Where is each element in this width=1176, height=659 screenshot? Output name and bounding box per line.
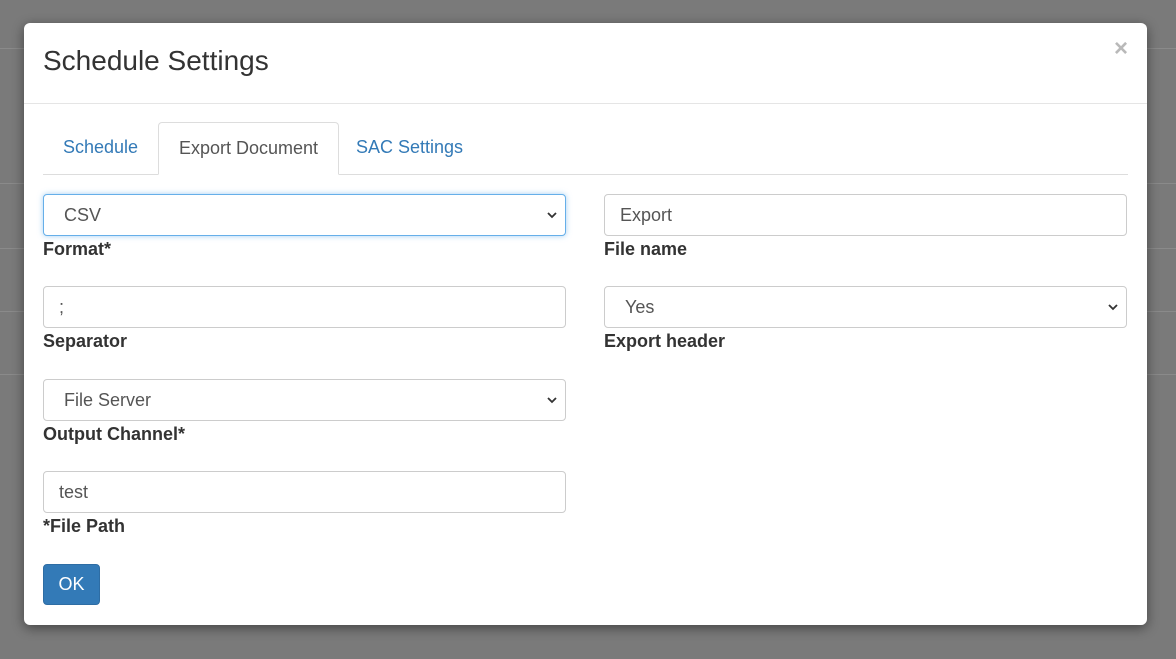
output-channel-label: Output Channel* [43,424,185,444]
output-channel-select[interactable]: File Server [43,379,566,421]
format-select-value: CSV [64,205,102,225]
schedule-settings-modal: Schedule Settings × Schedule Export Docu… [24,23,1147,625]
close-icon[interactable]: × [1114,37,1128,61]
file-name-input-value: Export [620,205,673,225]
tab-sac-settings[interactable]: SAC Settings [336,122,483,174]
export-header-select-value: Yes [625,297,655,317]
tab-schedule[interactable]: Schedule [43,122,158,174]
export-header-select[interactable]: Yes [604,286,1127,328]
format-field: CSV Format* [43,194,566,260]
file-path-input-value: test [59,482,89,502]
separator-field: ; Separator [43,286,566,352]
file-name-label: File name [604,239,688,259]
format-select[interactable]: CSV [43,194,566,236]
separator-input[interactable]: ; [43,286,566,328]
format-label: Format* [43,239,112,259]
file-path-input[interactable]: test [43,471,566,513]
export-header-label: Export header [604,331,726,351]
separator-label: Separator [43,331,128,351]
modal-title: Schedule Settings [43,45,269,76]
ok-button[interactable]: OK [43,564,100,605]
tab-export-document[interactable]: Export Document [158,122,340,175]
export-header-field: Yes Export header [604,286,1127,352]
tab-bar: Schedule Export Document SAC Settings [43,122,1128,175]
chevron-down-icon [547,212,557,219]
output-channel-select-value: File Server [64,390,152,410]
file-name-field: Export File name [604,194,1127,260]
chevron-down-icon [547,397,557,404]
output-channel-field: File Server Output Channel* [43,379,566,445]
separator-input-value: ; [59,297,65,317]
chevron-down-icon [1108,304,1118,311]
modal-header: Schedule Settings × [24,23,1147,104]
file-path-label: *File Path [43,516,126,536]
file-path-field: test *File Path [43,471,566,537]
file-name-input[interactable]: Export [604,194,1127,236]
